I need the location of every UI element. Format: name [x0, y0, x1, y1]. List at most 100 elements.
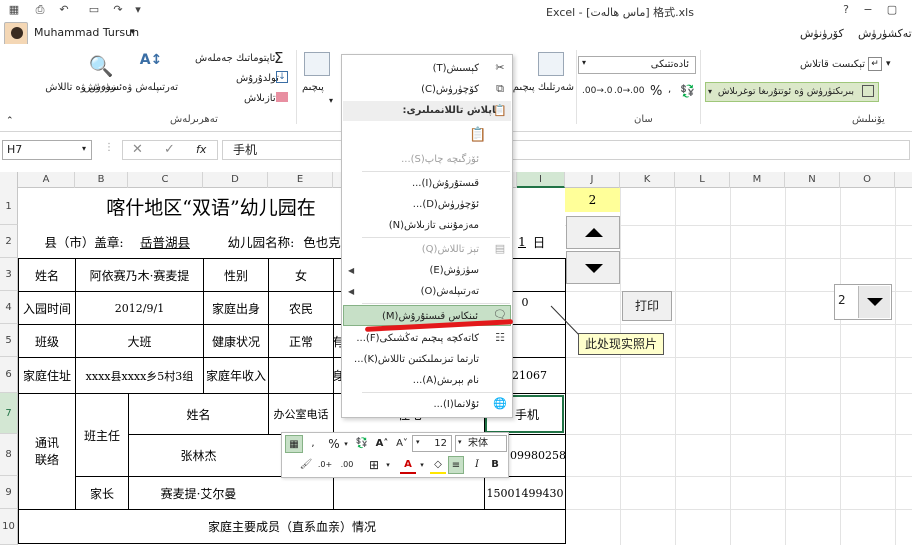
avatar[interactable] [4, 22, 28, 46]
row-header[interactable]: 4 [0, 291, 18, 324]
cell-styles-icon[interactable] [538, 52, 564, 76]
name-box-dropdown-icon[interactable]: ▾ [82, 144, 86, 153]
fill-label[interactable]: تولدۇرۇش [236, 73, 279, 84]
mini-comma-button[interactable]: , [308, 435, 318, 453]
column-header[interactable]: M [730, 172, 785, 188]
menu-hyperlink[interactable]: ئۇلانما(I)... [343, 394, 511, 415]
currency-icon[interactable]: 💱 [680, 84, 695, 98]
merge-center-button[interactable]: بىرىكتۈرۈش ۋە ئوتتۇرىغا توغرىلاش [705, 82, 879, 102]
photo-callout[interactable]: 此处现实照片 [578, 333, 664, 355]
menu-pick-from-list[interactable]: تارتما تىزىملىكتىن تاللاش(K)... [343, 349, 511, 370]
menu-paste-special[interactable]: ئۆزگىچە چاپ(S)... [343, 149, 511, 170]
undo-icon[interactable]: ↶ [56, 3, 72, 17]
cell-j1[interactable]: 2 [565, 188, 620, 212]
alignment-dropdown-icon[interactable]: ▾ [886, 59, 891, 69]
column-header-selected[interactable]: I [517, 172, 565, 188]
row-header[interactable]: 1 [0, 188, 18, 225]
increase-font-icon[interactable]: A˄ [374, 435, 390, 453]
row-header[interactable]: 3 [0, 258, 18, 291]
combo-dropdown-icon[interactable] [858, 286, 890, 318]
format-cells-icon[interactable] [304, 52, 330, 76]
account-dropdown-icon[interactable]: ▾ [130, 27, 135, 37]
column-header[interactable]: D [203, 172, 268, 188]
wrap-text-label[interactable]: تېكىست قاتلاش [800, 59, 865, 70]
redo-icon[interactable]: ↷ [110, 3, 126, 17]
font-name-dropdown-icon[interactable]: ▾ [458, 438, 462, 446]
menu-define-name[interactable]: نام بېرىش(A)... [343, 370, 511, 391]
column-header[interactable]: N [785, 172, 840, 188]
column-header[interactable]: A [18, 172, 75, 188]
tab-view[interactable]: كۆرۈنۈش [800, 27, 844, 40]
enter-icon[interactable]: ✓ [164, 142, 175, 157]
print-button[interactable]: 打印 [622, 291, 672, 321]
font-size-dropdown-icon[interactable]: ▾ [416, 438, 420, 446]
qat-dropdown-icon[interactable]: ▾ [130, 3, 146, 17]
eraser-icon[interactable] [276, 92, 288, 102]
menu-filter[interactable]: سۈزۈش(E) [343, 260, 511, 281]
select-all-button[interactable] [0, 172, 18, 188]
name-box[interactable]: H7 [2, 140, 92, 160]
menu-copy[interactable]: كۆچۈرۈش(C) [343, 79, 511, 100]
insert-function-icon[interactable]: fx [196, 143, 206, 156]
row-header-selected[interactable]: 7 [0, 393, 18, 434]
save-icon[interactable]: ⎙ [32, 3, 48, 17]
minimize-icon[interactable]: − [860, 3, 876, 17]
cancel-icon[interactable]: ✕ [132, 142, 143, 157]
paste-icon[interactable]: 📋 [468, 127, 488, 147]
row-header[interactable]: 2 [0, 225, 18, 258]
align-center-icon[interactable]: ≡ [448, 456, 464, 474]
decrease-decimal-icon[interactable]: .00→.0 [582, 86, 612, 96]
format-label[interactable]: پىچىم [302, 82, 324, 93]
font-name-select[interactable]: 宋体 [455, 435, 507, 452]
formula-input[interactable]: 手机 [222, 140, 910, 160]
number-format-dropdown-icon[interactable]: ▾ [582, 58, 586, 67]
mini-increase-decimal-icon[interactable]: .0+ [316, 456, 334, 474]
increase-decimal-icon[interactable]: .0→.00 [614, 86, 644, 96]
conditional-format-label[interactable]: شەرتلىك پىچىم [513, 82, 574, 93]
menu-quick-analysis[interactable]: تېز تاللاش(Q) [343, 239, 511, 260]
menu-insert[interactable]: قىستۇرۇش(I)... [343, 173, 511, 194]
format-dropdown-icon[interactable]: ▾ [329, 96, 333, 105]
row-header[interactable]: 10 [0, 509, 18, 545]
tab-review[interactable]: تەكشۈرۈش [858, 27, 912, 40]
find-binoculars-icon[interactable]: 🔍 [86, 54, 116, 80]
restore-icon[interactable]: ▢ [884, 3, 900, 17]
menu-sort[interactable]: تەرتىپلەش(O) [343, 281, 511, 302]
column-header[interactable]: K [620, 172, 675, 188]
row-header[interactable]: 9 [0, 476, 18, 509]
help-icon[interactable]: ? [838, 3, 854, 17]
italic-button[interactable]: I [470, 456, 484, 474]
mini-dropdown-icon[interactable]: ▾ [342, 435, 350, 453]
sort-filter-icon[interactable]: A↕ [138, 52, 164, 80]
format-painter-icon[interactable]: 🖌 [298, 456, 314, 474]
column-header[interactable]: J [565, 172, 620, 188]
row-header[interactable]: 8 [0, 434, 18, 476]
autosum-icon[interactable]: Σ [274, 49, 283, 67]
collapse-ribbon-icon[interactable]: ⌃ [6, 116, 14, 126]
column-header[interactable]: B [75, 172, 128, 188]
mini-percent-button[interactable]: % [326, 435, 342, 453]
borders-icon[interactable]: ⊞ [366, 456, 382, 474]
row-header[interactable]: 6 [0, 357, 18, 393]
mini-decrease-decimal-icon[interactable]: .00 [338, 456, 356, 474]
menu-format-cells[interactable]: كاتەكچە پىچىم تەڭشىكى(F)... [343, 328, 511, 349]
merge-dropdown-icon[interactable]: ▾ [708, 87, 712, 96]
clear-label[interactable]: تازىلاش [244, 93, 276, 104]
column-header[interactable]: E [268, 172, 333, 188]
spin-up-button[interactable] [566, 216, 620, 249]
borders-dropdown-icon[interactable]: ▾ [384, 456, 392, 474]
mini-format-icon[interactable]: ▦ [285, 435, 303, 453]
comma-style-icon[interactable]: , [668, 84, 671, 95]
menu-delete[interactable]: ئۆچۈرۈش(D)... [343, 194, 511, 215]
customize-qat-icon[interactable]: ▭ [86, 3, 102, 17]
sort-filter-label[interactable]: تەرتىپلەش ۋە سۈزۈش [83, 82, 178, 93]
spin-down-button[interactable] [566, 251, 620, 284]
menu-clear-contents[interactable]: مەزمۇننى تازىلاش(N) [343, 215, 511, 236]
column-header[interactable]: C [128, 172, 203, 188]
percent-icon[interactable]: % [650, 84, 662, 99]
mini-currency-icon[interactable]: 💱 [354, 435, 370, 453]
column-header[interactable]: L [675, 172, 730, 188]
wrap-text-icon[interactable]: ↵ [868, 57, 882, 71]
bold-button[interactable]: B [488, 456, 502, 474]
decrease-font-icon[interactable]: A˅ [394, 435, 410, 453]
